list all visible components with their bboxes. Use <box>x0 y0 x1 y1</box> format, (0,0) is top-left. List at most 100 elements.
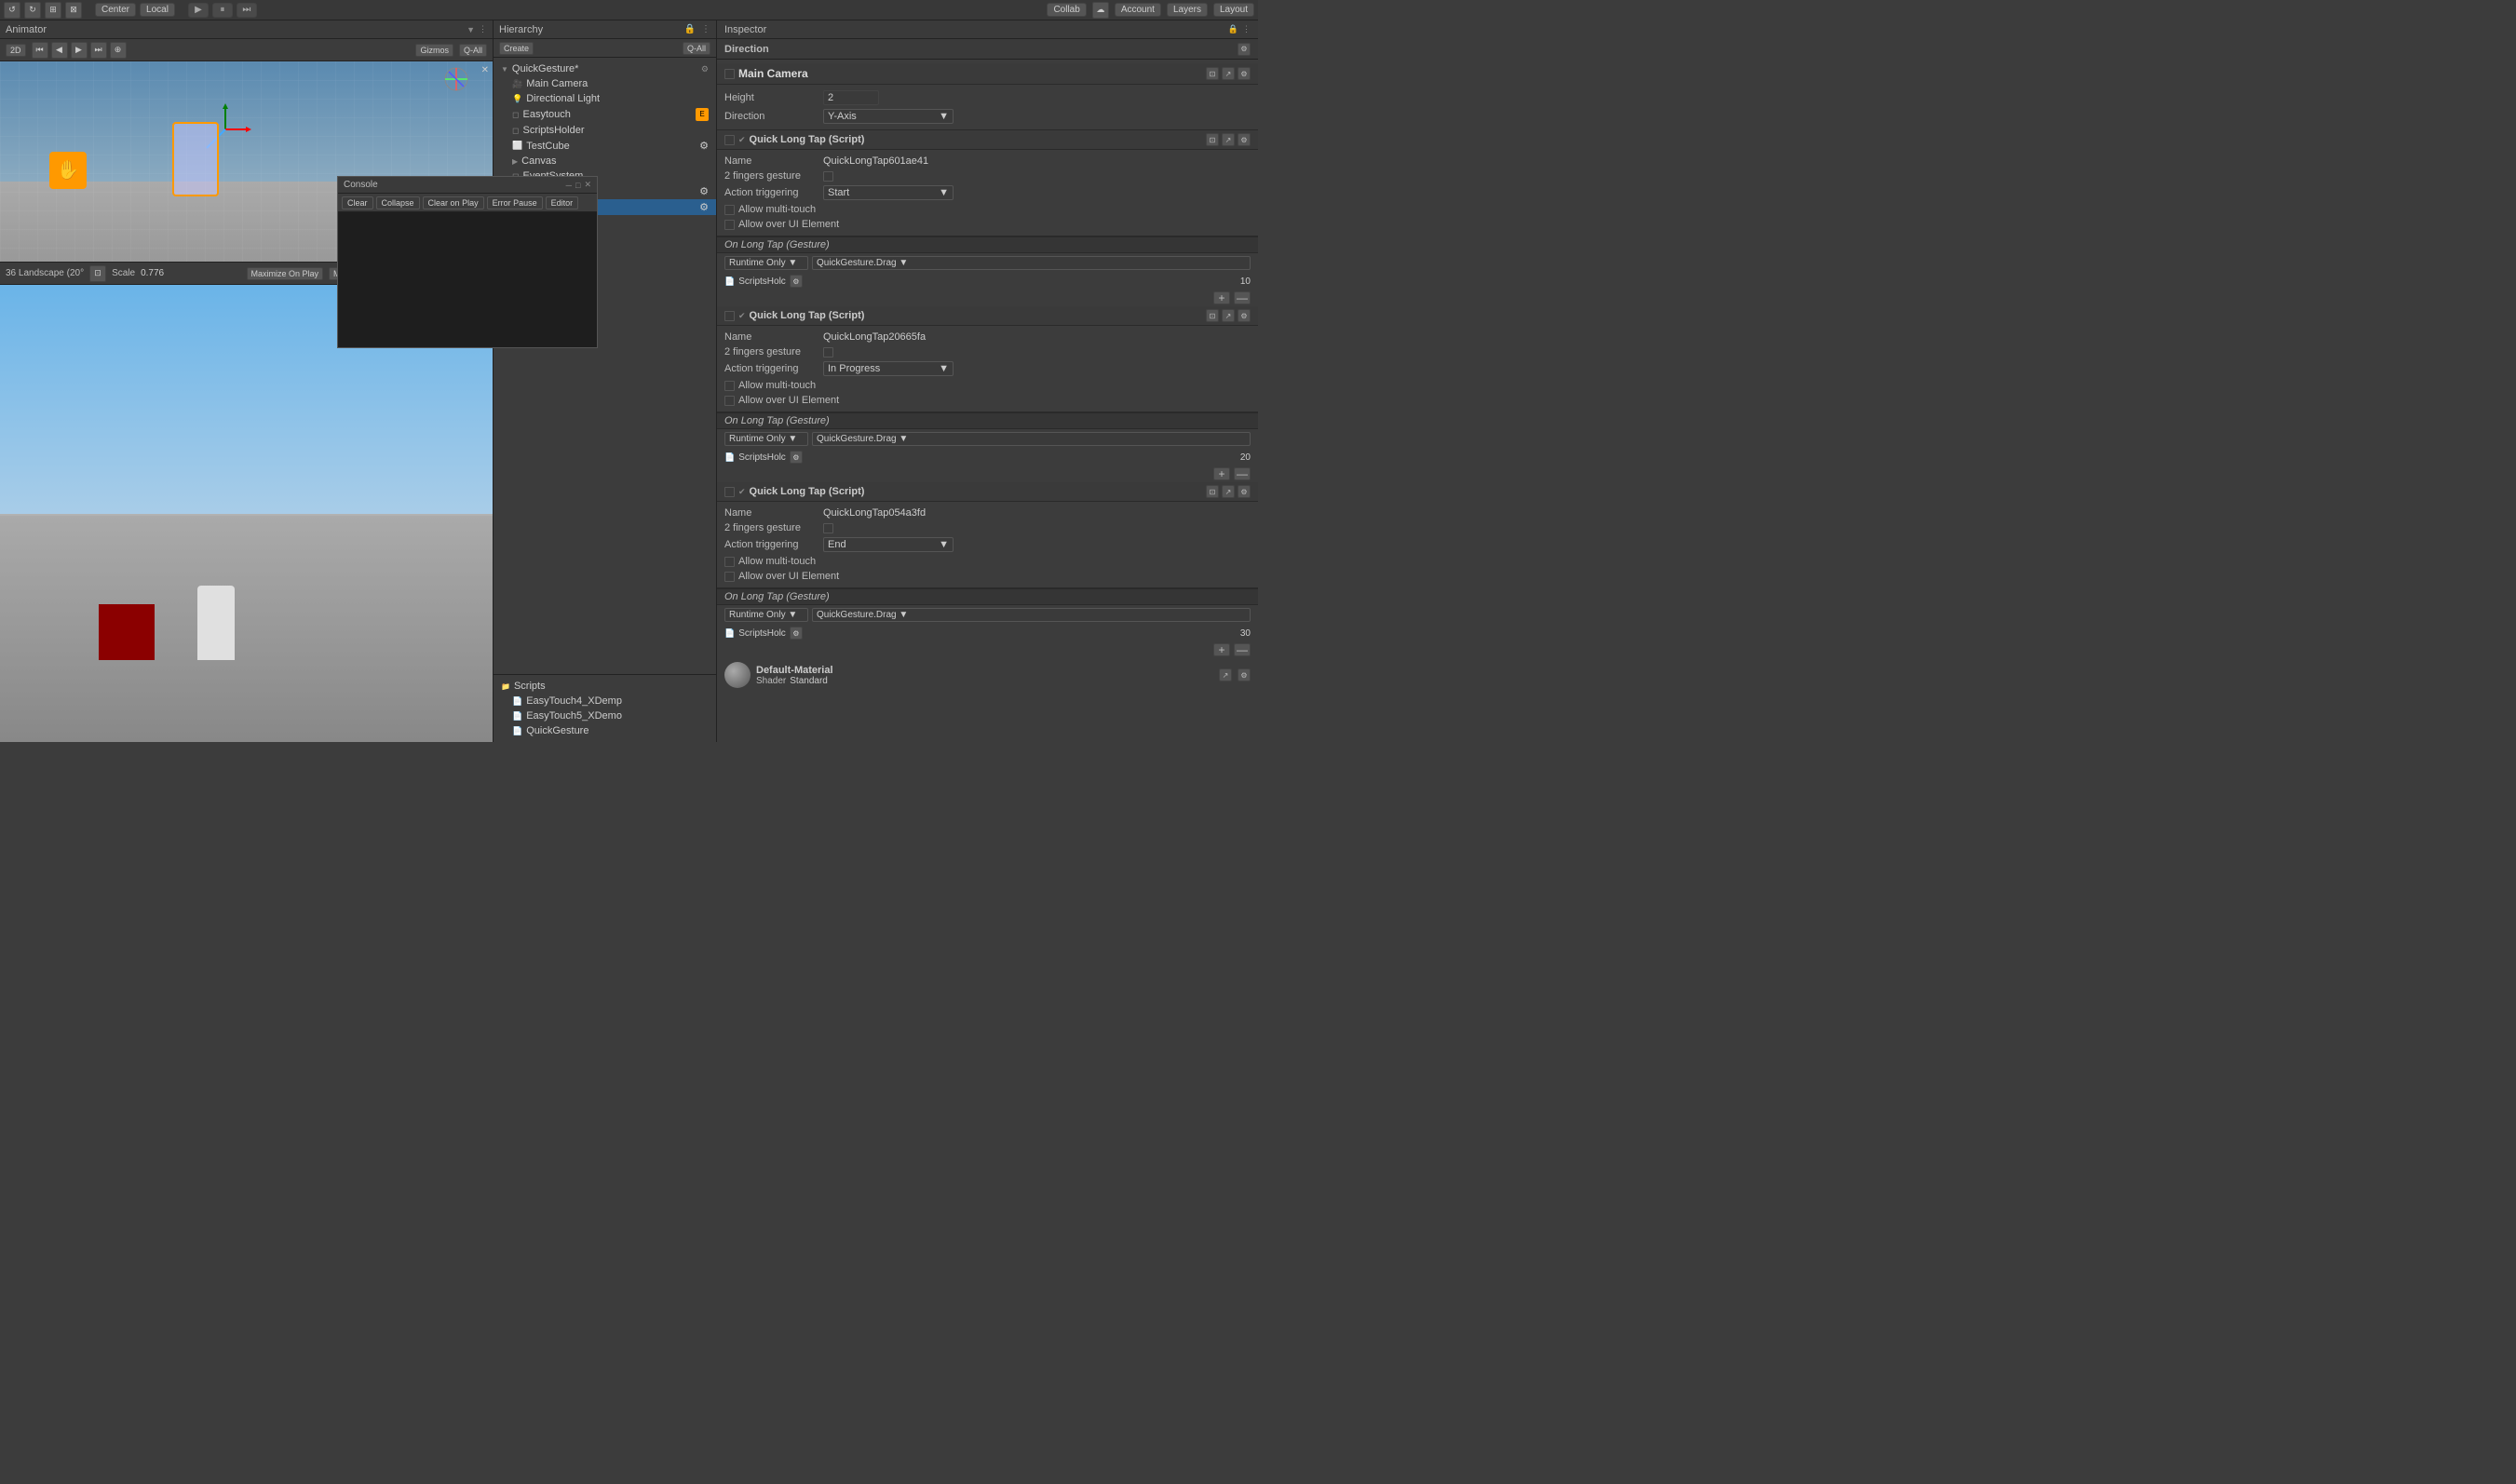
material-icon2[interactable]: ⚙ <box>1238 668 1251 681</box>
hier-item-root[interactable]: ▼ QuickGesture* ⚙ <box>494 61 716 76</box>
s2-runtime-value-dropdown[interactable]: QuickGesture.Drag ▼ <box>812 432 1251 446</box>
s1-multitouch-checkbox[interactable] <box>724 205 735 215</box>
account-dropdown[interactable]: Account <box>1115 3 1161 17</box>
s3-icon2[interactable]: ↗ <box>1222 485 1235 498</box>
animator-close-icon[interactable]: ▼ <box>467 25 475 34</box>
s2-fingers-checkbox[interactable] <box>823 347 833 358</box>
hier-item-scripts[interactable]: ◻ ScriptsHolder <box>494 123 716 138</box>
grid-icon[interactable]: ⊞ <box>45 2 61 19</box>
s3-add-button[interactable]: + <box>1213 643 1230 656</box>
gizmos-button[interactable]: Gizmos <box>415 44 453 57</box>
hier-scripts-folder[interactable]: 📁 Scripts <box>494 679 716 694</box>
s2-ui-checkbox[interactable] <box>724 396 735 406</box>
s2-multitouch-checkbox[interactable] <box>724 381 735 391</box>
height-input[interactable] <box>823 90 879 105</box>
s3-remove-button[interactable]: — <box>1234 643 1251 656</box>
s3-fingers-checkbox[interactable] <box>823 523 833 533</box>
console-expand-icon[interactable]: □ <box>575 181 580 190</box>
hier-easytouch4[interactable]: 📄 EasyTouch4_XDemp <box>494 694 716 708</box>
s2-icon3[interactable]: ⚙ <box>1238 309 1251 322</box>
hier-item-canvas[interactable]: ▶ Canvas <box>494 154 716 169</box>
s1-runtime-dropdown[interactable]: Runtime Only ▼ <box>724 256 808 270</box>
hier-easytouch5[interactable]: 📄 EasyTouch5_XDemo <box>494 708 716 723</box>
s1-runtime-value-dropdown[interactable]: QuickGesture.Drag ▼ <box>812 256 1251 270</box>
script2-checkbox[interactable] <box>724 311 735 321</box>
s3-runtime-dropdown[interactable]: Runtime Only ▼ <box>724 608 808 622</box>
create-button[interactable]: Create <box>499 42 534 55</box>
hier-quickgesture[interactable]: 📄 QuickGesture <box>494 723 716 738</box>
anim-icon5[interactable]: ⊕ <box>110 42 127 59</box>
script1-checkbox[interactable] <box>724 135 735 145</box>
s1-ui-checkbox[interactable] <box>724 220 735 230</box>
hier-item-light[interactable]: 💡 Directional Light <box>494 91 716 106</box>
camera-enable-checkbox[interactable] <box>724 69 735 79</box>
s2-runtime-dropdown[interactable]: Runtime Only ▼ <box>724 432 808 446</box>
anim-icon4[interactable]: ⏭ <box>90 42 107 59</box>
s3-runtime-value-dropdown[interactable]: QuickGesture.Drag ▼ <box>812 608 1251 622</box>
inspector-menu-icon[interactable]: ⋮ <box>1242 24 1251 34</box>
direction-dropdown[interactable]: Y-Axis ▼ <box>823 109 954 124</box>
material-icon1[interactable]: ↗ <box>1219 668 1232 681</box>
cloud-icon[interactable]: ☁ <box>1092 2 1109 19</box>
s2-icon2[interactable]: ↗ <box>1222 309 1235 322</box>
hier-item-camera[interactable]: 🎥 Main Camera <box>494 76 716 91</box>
center-button[interactable]: Center <box>95 3 136 17</box>
2d-button[interactable]: 2D <box>6 44 26 57</box>
s1-icon3[interactable]: ⚙ <box>1238 133 1251 146</box>
pause-button[interactable]: ⏸ <box>212 3 233 18</box>
s1-obj-settings-icon[interactable]: ⚙ <box>790 275 803 288</box>
layers-dropdown[interactable]: Layers <box>1167 3 1208 17</box>
s2-obj-settings-icon[interactable]: ⚙ <box>790 451 803 464</box>
search-button[interactable]: Q-All <box>683 42 710 55</box>
cam-icon1[interactable]: ⊡ <box>1206 67 1219 80</box>
hier-settings-icon[interactable]: ⚙ <box>701 64 709 74</box>
s3-ui-checkbox[interactable] <box>724 572 735 582</box>
dir-icon1[interactable]: ⚙ <box>1238 43 1251 56</box>
cam-icon3[interactable]: ⚙ <box>1238 67 1251 80</box>
script3-checkbox[interactable] <box>724 487 735 497</box>
local-button[interactable]: Local <box>140 3 175 17</box>
maximize-on-play-button[interactable]: Maximize On Play <box>247 267 324 280</box>
s2-icon1[interactable]: ⊡ <box>1206 309 1219 322</box>
hier-item-easytouch[interactable]: ◻ Easytouch E <box>494 106 716 123</box>
animator-dots-icon[interactable]: ⋮ <box>479 24 487 34</box>
s1-action-dropdown[interactable]: Start ▼ <box>823 185 954 200</box>
error-pause-button[interactable]: Error Pause <box>487 196 543 209</box>
console-close-icon[interactable]: ✕ <box>584 180 591 190</box>
s3-icon1[interactable]: ⊡ <box>1206 485 1219 498</box>
s1-fingers-checkbox[interactable] <box>823 171 833 182</box>
s1-remove-button[interactable]: — <box>1234 291 1251 304</box>
step-button[interactable]: ⏭ <box>237 3 257 18</box>
collab-dropdown[interactable]: Collab <box>1047 3 1086 17</box>
editor-button[interactable]: Editor <box>546 196 579 209</box>
s2-action-dropdown[interactable]: In Progress ▼ <box>823 361 954 376</box>
redo-icon[interactable]: ↻ <box>24 2 41 19</box>
anim-icon3[interactable]: ▶ <box>71 42 88 59</box>
q-all-button[interactable]: Q-All <box>459 44 487 57</box>
anim-icon2[interactable]: ◀ <box>51 42 68 59</box>
play-button[interactable]: ▶ <box>188 3 209 18</box>
console-min-icon[interactable]: ─ <box>566 181 572 190</box>
hier-item-testcube[interactable]: ⬜ TestCube ⚙ <box>494 138 716 154</box>
collapse-button[interactable]: Collapse <box>376 196 420 209</box>
s1-add-button[interactable]: + <box>1213 291 1230 304</box>
s3-icon3[interactable]: ⚙ <box>1238 485 1251 498</box>
s3-action-dropdown[interactable]: End ▼ <box>823 537 954 552</box>
inspector-lock-icon[interactable]: 🔒 <box>1228 24 1238 34</box>
s1-icon1[interactable]: ⊡ <box>1206 133 1219 146</box>
s2-add-button[interactable]: + <box>1213 467 1230 480</box>
clear-button[interactable]: Clear <box>342 196 373 209</box>
viewport-close-icon[interactable]: ✕ <box>481 65 489 75</box>
undo-icon[interactable]: ↺ <box>4 2 20 19</box>
aspect-icon[interactable]: ⊡ <box>89 265 106 282</box>
hierarchy-menu-icon[interactable]: ⋮ <box>701 24 710 34</box>
clear-on-play-button[interactable]: Clear on Play <box>423 196 484 209</box>
s2-remove-button[interactable]: — <box>1234 467 1251 480</box>
s3-obj-settings-icon[interactable]: ⚙ <box>790 627 803 640</box>
anim-icon1[interactable]: ⏮ <box>32 42 48 59</box>
hierarchy-lock-icon[interactable]: 🔒 <box>684 24 696 34</box>
magnet-icon[interactable]: ⊠ <box>65 2 82 19</box>
s3-multitouch-checkbox[interactable] <box>724 557 735 567</box>
layout-dropdown[interactable]: Layout <box>1213 3 1254 17</box>
s1-icon2[interactable]: ↗ <box>1222 133 1235 146</box>
